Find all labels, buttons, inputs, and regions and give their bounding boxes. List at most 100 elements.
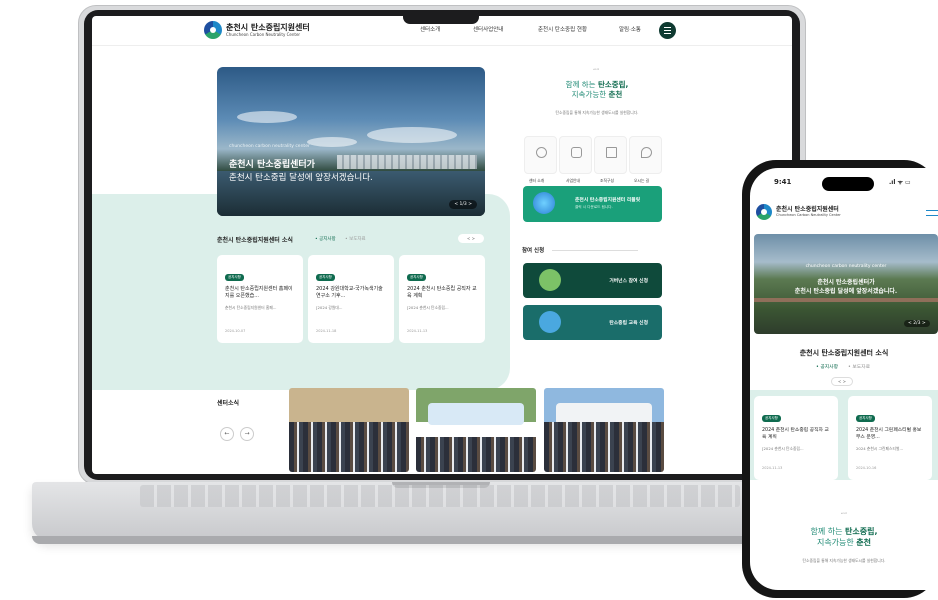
news-card-date: 2024-11-13 <box>762 466 783 470</box>
cloud-shape <box>307 137 357 147</box>
slogan-emphasis: 춘천 <box>608 90 623 99</box>
laptop-base <box>32 482 852 540</box>
phone-site-logo[interactable]: 춘천시 탄소중립지원센터 Chuncheon Carbon Neutrality… <box>756 204 841 220</box>
news-card-desc: [2024 춘천시 탄소중립... <box>407 305 449 310</box>
apply-label: 탄소중립 교육 신청 <box>609 321 648 326</box>
logo-subtitle: Chuncheon Carbon Neutrality Center <box>226 32 301 37</box>
apply-label: 거버넌스 참여 신청 <box>609 279 648 284</box>
nav-notice[interactable]: 알림·소통 <box>619 25 641 33</box>
photo-crowd <box>416 436 536 472</box>
slogan-emphasis: 춘천 <box>856 538 872 547</box>
news-card-title: 춘천시 탄소중립지원센터 홈페이지를 오픈했습... <box>225 286 293 299</box>
photo-booth <box>428 403 524 425</box>
news-card[interactable]: 공지사항 2024 춘천시 그린페스티벌 홍보부스 운영... 2024 춘천시… <box>848 396 932 480</box>
location-pin-icon <box>641 147 652 158</box>
hero-title: 춘천시 탄소중립센터가 <box>229 160 315 170</box>
hero-title: 춘천시 탄소중립센터가 춘천시 탄소중립 달성에 앞장서겠습니다. <box>754 278 938 296</box>
apply-section-title: 참여 신청 <box>522 248 545 254</box>
quick-link-label: 오시는 길 <box>634 178 650 183</box>
status-time: 9:41 <box>774 178 792 186</box>
news-photo[interactable] <box>289 388 409 472</box>
news-pager[interactable]: < > <box>458 234 484 243</box>
news-card-date: 2024-10-07 <box>225 329 246 333</box>
bridge-shape <box>754 298 938 302</box>
tab-notice[interactable]: • 공지사항 <box>816 363 838 370</box>
site-logo[interactable]: 춘천시 탄소중립지원센터 Chuncheon Carbon Neutrality… <box>204 21 310 39</box>
news-card-date: 2024-11-18 <box>316 329 337 333</box>
notice-badge: 공지사항 <box>856 415 875 422</box>
news-photo[interactable] <box>544 388 664 472</box>
quick-link-label: 센터 소개 <box>529 178 545 183</box>
hero-eyebrow: chuncheon carbon neutrality center <box>229 144 310 149</box>
laptop-camera-notch <box>403 10 479 24</box>
news-card[interactable]: 공지사항 2024 춘천시 탄소중립 공직자 교육 계획 [2024 춘천시 탄… <box>399 255 485 343</box>
slogan-text: 지속가능한 <box>571 90 609 99</box>
slogan-subtext: 탄소중립을 통해 지속가능한 생태도시를 실현합니다. <box>555 110 639 115</box>
logo-subtitle: Chuncheon Carbon Neutrality Center <box>776 213 841 217</box>
logo-mark-icon <box>204 21 222 39</box>
document-icon <box>571 147 582 158</box>
slogan-subtext: 탄소중립을 통해 지속가능한 생태도시를 실현합니다. <box>802 558 886 563</box>
divider <box>552 250 638 251</box>
cloud-shape <box>237 111 297 123</box>
tab-notice[interactable]: • 공지사항 <box>315 236 336 242</box>
hero-eyebrow: chuncheon carbon neutrality center <box>805 264 887 269</box>
nav-center-business[interactable]: 센터사업안내 <box>473 25 503 33</box>
logo-title: 춘천시 탄소중립지원센터 <box>226 23 310 32</box>
news-pager[interactable]: < > <box>831 377 853 386</box>
news-card[interactable]: 공지사항 춘천시 탄소중립지원센터 홈페이지를 오픈했습... 춘천시 탄소중립… <box>217 255 303 343</box>
hero-pager[interactable]: < 2/3 > <box>904 320 930 327</box>
laptop-base-edge <box>32 536 852 544</box>
keyboard-area <box>140 485 740 507</box>
hero-pager[interactable]: < 1/3 > <box>449 200 477 209</box>
governance-apply-button[interactable]: 거버넌스 참여 신청 <box>523 263 662 298</box>
chat-icon <box>536 147 547 158</box>
news-card[interactable]: 공지사항 2024 춘천시 탄소중립 공직자 교육 계획 [2024 춘천시 탄… <box>754 396 838 480</box>
news-card-desc: [2024 춘천시 탄소중립... <box>762 446 804 451</box>
quick-link-map[interactable] <box>629 136 662 174</box>
news-card[interactable]: 공지사항 2024 강원대학교-국가녹색기술연구소 기후... [2024 강원… <box>308 255 394 343</box>
phone-slogan: 함께 하는 탄소중립, 지속가능한 춘천 <box>750 526 938 548</box>
hero-subtitle: 춘천시 탄소중립 달성에 앞장서겠습니다. <box>229 173 373 183</box>
photo-crowd <box>289 421 409 472</box>
quick-link-label: 조직구성 <box>600 178 614 183</box>
quick-link-business[interactable] <box>559 136 592 174</box>
phone-screen: 9:41 .ıl ᯤ ▭ 춘천시 탄소중립지원센터 Chuncheon Carb… <box>750 168 938 590</box>
city-skyline <box>337 155 477 169</box>
notice-badge: 공지사항 <box>316 274 335 281</box>
cloud-shape <box>367 127 457 143</box>
org-chart-icon <box>606 147 617 158</box>
photo-crowd <box>544 421 664 472</box>
news-card-title: 2024 춘천시 탄소중립 공직자 교육 계획 <box>407 286 477 299</box>
nav-center-intro[interactable]: 센터소개 <box>420 25 440 33</box>
hero-title-line: 춘천시 탄소중립 달성에 앞장서겠습니다. <box>794 288 898 295</box>
logo-mark-icon <box>756 204 772 220</box>
tab-press[interactable]: • 보도자료 <box>345 236 366 242</box>
slogan-emphasis: 탄소중립, <box>597 80 629 89</box>
nav-carbon-status[interactable]: 춘천시 탄소중립 현황 <box>538 25 587 33</box>
tab-press[interactable]: • 보도자료 <box>848 363 870 370</box>
status-icons: .ıl ᯤ ▭ <box>889 179 911 186</box>
center-news-title: 센터소식 <box>217 400 240 407</box>
phone-news-title: 춘천시 탄소중립지원센터 소식 <box>799 349 889 357</box>
sprout-hand-icon <box>539 269 561 291</box>
hamburger-menu-button[interactable] <box>659 22 676 39</box>
hamburger-menu-icon[interactable] <box>926 210 938 216</box>
next-arrow-button[interactable]: → <box>240 427 254 441</box>
banner-subtitle: 클릭 시 다운로드 됩니다. <box>575 205 613 209</box>
prev-arrow-button[interactable]: ← <box>220 427 234 441</box>
quick-link-intro[interactable] <box>524 136 557 174</box>
laptop-screen: 춘천시 탄소중립지원센터 Chuncheon Carbon Neutrality… <box>92 16 792 474</box>
education-apply-button[interactable]: 탄소중립 교육 신청 <box>523 305 662 340</box>
globe-icon <box>533 192 555 214</box>
quote-mark: “” <box>593 68 600 75</box>
photo-sky <box>289 388 409 422</box>
leaflet-download-banner[interactable]: 춘천시 탄소중립지원센터 리플릿 클릭 시 다운로드 됩니다. <box>523 186 662 222</box>
phone-hero-slider[interactable]: chuncheon carbon neutrality center 춘천시 탄… <box>754 234 938 334</box>
quick-link-org[interactable] <box>594 136 627 174</box>
notice-badge: 공지사항 <box>225 274 244 281</box>
news-photo[interactable] <box>416 388 536 472</box>
logo-title: 춘천시 탄소중립지원센터 <box>776 206 839 213</box>
news-card-desc: 춘천시 탄소중립지원센터 홈페... <box>225 305 277 310</box>
hero-slider[interactable]: chuncheon carbon neutrality center 춘천시 탄… <box>217 67 485 216</box>
